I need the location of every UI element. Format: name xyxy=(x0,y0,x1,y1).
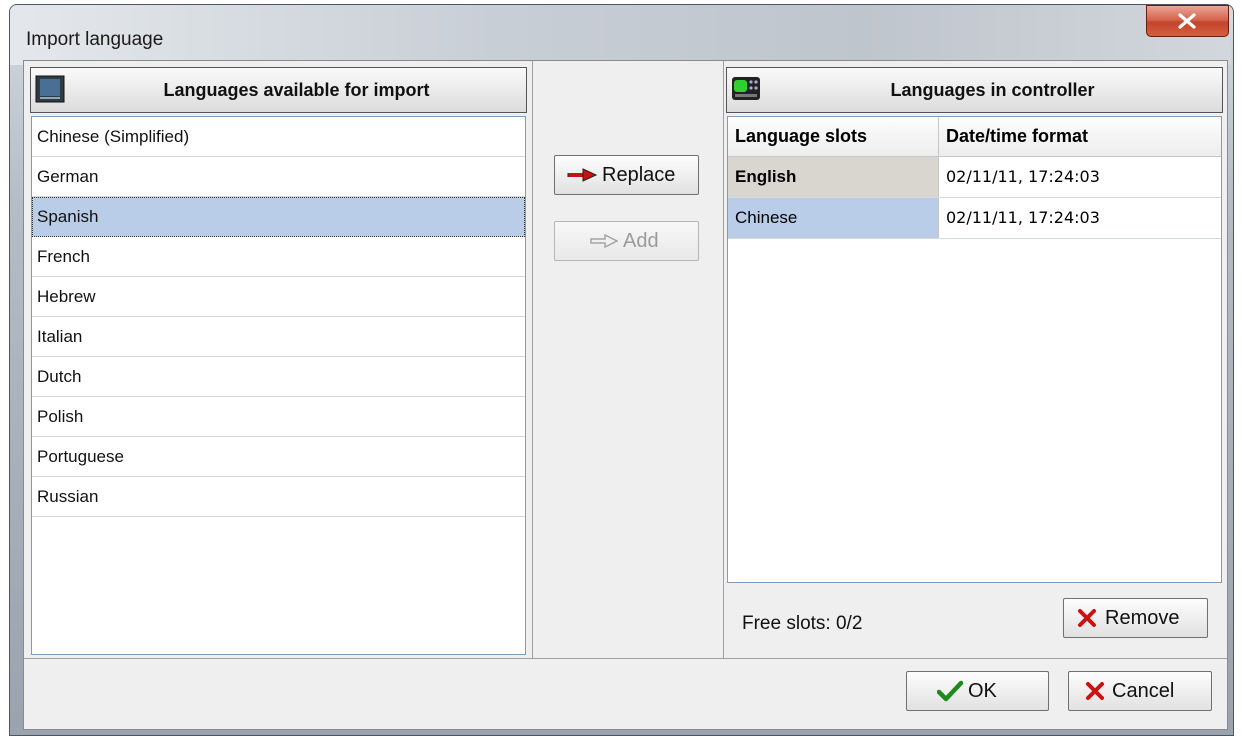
replace-label: Replace xyxy=(602,164,676,186)
free-slots-status: Free slots: 0/2 xyxy=(742,613,863,634)
red-arrow-right-icon xyxy=(567,168,597,182)
green-check-icon xyxy=(937,680,963,702)
list-item[interactable]: Italian xyxy=(32,317,525,357)
language-slot-cell: Chinese xyxy=(728,198,939,238)
replace-button[interactable]: Replace xyxy=(554,155,699,195)
list-item[interactable]: German xyxy=(32,157,525,197)
ok-button[interactable]: OK xyxy=(906,671,1049,711)
dialog-client-area: Languages available for import Chinese (… xyxy=(23,60,1228,730)
cancel-label: Cancel xyxy=(1112,680,1175,702)
import-language-window: Import language Languages available for … xyxy=(0,0,1241,736)
red-x-icon xyxy=(1078,609,1096,627)
title-bar[interactable] xyxy=(10,5,1231,65)
table-row[interactable]: English 02/11/11, 17:24:03 xyxy=(728,157,1221,198)
list-item[interactable]: Chinese (Simplified) xyxy=(32,117,525,157)
list-item[interactable]: Portuguese xyxy=(32,437,525,477)
available-languages-header: Languages available for import xyxy=(30,67,527,113)
controller-device-icon xyxy=(732,77,760,100)
dialog-footer: OK Cancel xyxy=(24,658,1227,730)
add-label: Add xyxy=(623,230,659,252)
list-item[interactable]: Dutch xyxy=(32,357,525,397)
close-button[interactable] xyxy=(1146,5,1229,37)
outline-arrow-right-icon xyxy=(590,234,618,248)
column-header-language-slots[interactable]: Language slots xyxy=(728,117,939,156)
controller-languages-title: Languages in controller xyxy=(890,80,1095,100)
cancel-button[interactable]: Cancel xyxy=(1068,671,1212,711)
window-title: Import language xyxy=(26,29,164,50)
list-item[interactable]: Hebrew xyxy=(32,277,525,317)
ok-label: OK xyxy=(968,680,997,702)
close-icon xyxy=(1178,13,1196,29)
available-languages-list[interactable]: Chinese (Simplified) German Spanish French H… xyxy=(31,116,526,655)
language-slots-table: Language slots Date/time format English … xyxy=(727,116,1222,583)
available-languages-panel: Languages available for import Chinese (… xyxy=(24,61,533,658)
table-header: Language slots Date/time format xyxy=(728,117,1221,157)
column-header-datetime-format[interactable]: Date/time format xyxy=(939,117,1219,156)
list-item[interactable]: Russian xyxy=(32,477,525,517)
controller-languages-header: Languages in controller xyxy=(726,67,1223,113)
red-x-icon xyxy=(1086,682,1104,700)
datetime-cell: 02/11/11, 17:24:03 xyxy=(946,167,1100,186)
datetime-cell: 02/11/11, 17:24:03 xyxy=(946,208,1100,227)
language-slot-cell: English xyxy=(728,157,939,197)
available-languages-title: Languages available for import xyxy=(163,80,430,100)
monitor-icon xyxy=(35,75,65,103)
table-row[interactable]: Chinese 02/11/11, 17:24:03 xyxy=(728,198,1221,239)
add-button[interactable]: Add xyxy=(554,221,699,261)
controller-languages-panel: Languages in controller Language slots D… xyxy=(724,61,1227,658)
list-item[interactable]: Spanish xyxy=(32,197,525,237)
list-item[interactable]: French xyxy=(32,237,525,277)
action-panel: Replace Add xyxy=(533,61,724,658)
list-item[interactable]: Polish xyxy=(32,397,525,437)
remove-label: Remove xyxy=(1105,607,1180,629)
remove-button[interactable]: Remove xyxy=(1063,598,1208,638)
